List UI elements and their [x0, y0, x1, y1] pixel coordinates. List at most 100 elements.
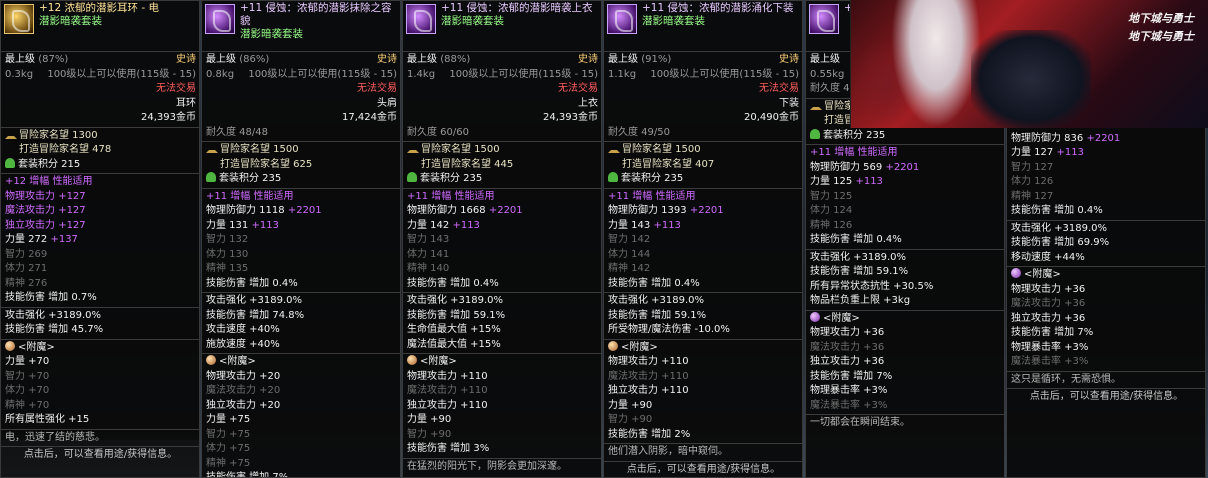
bonus-line: 技能伤害 增加 59.1%	[810, 266, 909, 277]
click-hint[interactable]: 点击后，可以查看用途/获得信息。	[1, 446, 199, 464]
set-name: 潜影暗袭套装	[39, 15, 102, 27]
pants-icon	[607, 4, 637, 34]
rarity-label: 史诗	[779, 54, 799, 65]
set-points: 套装积分 235	[219, 173, 282, 184]
bonus-line: 技能伤害 增加 69.9%	[1011, 237, 1110, 248]
enchant-title: <附魔>	[219, 356, 256, 367]
enchant-title: <附魔>	[420, 356, 457, 367]
enchant-line: 智力 +75	[206, 428, 251, 440]
bonus-line: 攻击强化 +3189.0%	[407, 295, 504, 306]
trade-status: 无法交易	[558, 83, 598, 94]
enchant-line: 智力 +90	[608, 414, 653, 425]
crafted-fame: 打造冒险家名望 478	[19, 144, 112, 155]
stat-line: 精神 135	[206, 262, 397, 277]
stat-label: 精神 140	[407, 263, 450, 274]
bonus-line: 所受物理/魔法伤害 -10.0%	[608, 324, 730, 335]
bonus-stats: 攻击强化 +3189.0% 技能伤害 增加 45.7%	[1, 306, 199, 339]
fame-section: 冒险家名望 1500 打造冒险家名望 407 套装积分 235	[604, 141, 802, 188]
crafted-fame: 打造冒险家名望 445	[421, 158, 514, 170]
stat-bonus: +113	[452, 219, 480, 231]
amplify-line: +11 增幅 性能适用	[407, 190, 495, 202]
adventurer-fame: 冒险家名望 1500	[220, 144, 299, 155]
item-percent: (91%)	[641, 54, 672, 65]
enchant-line: 物理暴击率 +3%	[1011, 341, 1089, 353]
enchant-line: 魔法攻击力 +110	[407, 385, 488, 396]
enchant-section: <附魔> 物理攻击力 +110 魔法攻击力 +110 独立攻击力 +110 力量 +90…	[403, 353, 601, 458]
item-weight: 0.3kg	[5, 68, 34, 80]
stat-line: 力量 143 +113	[608, 219, 799, 234]
enchant-line: 独立攻击力 +36	[810, 356, 885, 367]
enchant-line: 独立攻击力 +36	[1011, 312, 1086, 324]
durability: 耐久度 48/48	[206, 126, 268, 138]
stat-label: 体力 126	[1011, 176, 1054, 187]
item-tooltip-card[interactable]: +11 侵蚀：浓郁的潜影抹除之容貌 潜影暗袭套装 最上级 (86%) 史诗 0.8kg 1…	[201, 0, 401, 478]
base-stats: +11 增幅 性能适用物理防御力 1118 +2201 力量 131 +113 智力…	[202, 187, 400, 293]
belt-icon	[809, 4, 839, 34]
fame-section: 冒险家名望 1500 打造冒险家名望 625 套装积分 235	[202, 141, 400, 188]
stat-label: 智力 143	[407, 234, 450, 245]
enchant-line: 力量 +90	[608, 399, 653, 411]
stat-line: 力量 131 +113	[206, 219, 397, 234]
set-name: 潜影暗袭套装	[240, 28, 303, 40]
stat-line: 物理防御力 1118 +2201	[206, 204, 397, 219]
item-level: 最上级	[407, 54, 437, 65]
stat-bonus: +137	[50, 234, 78, 245]
crafted-fame: 打造冒险家名望 625	[220, 158, 313, 170]
crafted-fame: 打造冒险家名望 407	[622, 158, 715, 170]
click-hint[interactable]: 点击后，可以查看用途/获得信息。	[1007, 388, 1205, 406]
rarity-label: 史诗	[377, 54, 397, 65]
fame-section: 冒险家名望 1500 打造冒险家名望 445 套装积分 235	[403, 141, 601, 188]
enchant-line: 精神 +75	[206, 457, 251, 469]
game-banner-image: 地下城与勇士 地下城与勇士	[850, 0, 1208, 128]
enchant-line: 魔法攻击力 +36	[810, 341, 885, 353]
enchant-line: 物理暴击率 +3%	[810, 385, 888, 396]
stat-line: 精神 276	[5, 277, 196, 292]
enchant-line: 物理攻击力 +110	[407, 370, 488, 382]
amplify-line: +11 增幅 性能适用	[810, 147, 898, 158]
enchant-line: 力量 +75	[206, 414, 251, 425]
bonus-stats: 攻击强化 +3189.0% 技能伤害 增加 59.1% 生命值最大值 +15% 魔法值…	[403, 292, 601, 353]
tooltip-header: +11 侵蚀：浓郁的潜影抹除之容貌 潜影暗袭套装	[202, 1, 400, 51]
stat-bonus: +127	[58, 205, 86, 216]
top-icon	[406, 4, 436, 34]
bonus-line: 技能伤害 增加 59.1%	[608, 309, 707, 321]
fame-section: 冒险家名望 1300 打造冒险家名望 478 套装积分 215	[1, 126, 199, 174]
enchant-section: <附魔> 物理攻击力 +36 魔法攻击力 +36 独立攻击力 +36 技能伤害 增加 7…	[1007, 266, 1205, 371]
item-slot: 耳环	[176, 97, 196, 109]
stat-line: 智力 132	[206, 233, 397, 248]
bonus-line: 攻击强化 +3189.0%	[608, 295, 705, 306]
click-hint[interactable]: 点击后，可以查看用途/获得信息。	[604, 460, 802, 478]
enchant-orb-icon	[5, 340, 15, 351]
enchant-line: 独立攻击力 +20	[206, 399, 281, 411]
item-price: 20,490金币	[744, 112, 799, 123]
bonus-line: 攻击强化 +3189.0%	[1011, 222, 1108, 234]
item-tooltip-card[interactable]: +11 侵蚀：浓郁的潜影暗袭上衣 潜影暗袭套装 最上级 (88%) 史诗 1.4kg 10…	[402, 0, 602, 478]
enchant-orb-icon	[407, 355, 417, 365]
item-title: +11 侵蚀：浓郁的潜影暗袭上衣	[441, 2, 593, 14]
enchant-line: 物理攻击力 +36	[1011, 283, 1086, 295]
set-name: 潜影暗袭套装	[441, 15, 504, 27]
base-stats: +11 增幅 性能适用物理防御力 836 +2201力量 127 +113智力 …	[1007, 115, 1205, 220]
level-requirement: 100级以上可以使用(115级 - 15)	[449, 68, 598, 80]
item-tooltip-card[interactable]: +12 浓郁的潜影耳环 - 电潜影暗袭套装 最上级 (87%) 史诗 0.3kg 100…	[0, 0, 200, 478]
stat-label: 力量 272	[5, 234, 48, 245]
stat-bonus: +127	[58, 190, 86, 202]
earring-icon	[4, 4, 34, 34]
stat-bonus: +113	[251, 219, 279, 231]
amplify-line: +11 增幅 性能适用	[206, 190, 294, 202]
item-title: +11 侵蚀：浓郁的潜影抹除之容貌	[240, 2, 392, 27]
stat-line: 精神 140	[407, 262, 598, 277]
stat-label: 力量 142	[407, 219, 450, 231]
item-tooltip-card[interactable]: +11 侵蚀：浓郁的潜影涌化下装 潜影暗袭套装 最上级 (91%) 史诗 1.1kg 10…	[603, 0, 803, 478]
item-percent: (87%)	[38, 54, 69, 65]
set-points: 套装积分 235	[823, 129, 886, 141]
stat-bonus: +127	[58, 219, 86, 231]
stat-line: 体力 144	[608, 248, 799, 263]
stat-bonus: +113	[855, 176, 883, 187]
enchant-line: 力量 +90	[407, 414, 452, 425]
enchant-title: <附魔>	[823, 312, 860, 324]
item-percent: (88%)	[440, 54, 471, 65]
stat-bonus: +2201	[689, 205, 724, 216]
flavor-text: 这只是循环，无需恐惧。	[1007, 370, 1205, 389]
tooltip-header: +12 浓郁的潜影耳环 - 电潜影暗袭套装	[1, 1, 199, 51]
